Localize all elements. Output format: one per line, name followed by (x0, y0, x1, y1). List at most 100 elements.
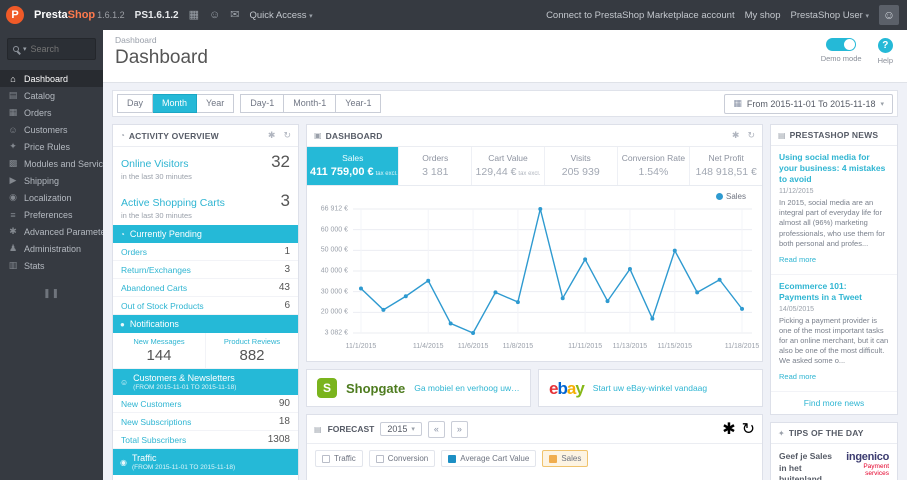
ebay-promo[interactable]: ebay Start uw eBay-winkel vandaag (538, 369, 763, 407)
demo-mode-control[interactable]: Demo mode (821, 38, 862, 65)
user-menu[interactable]: PrestaShop User ▾ (791, 10, 870, 21)
tips-content: Geef je Sales in het buitenland een Boos… (771, 444, 897, 480)
avatar[interactable]: ☺ (879, 5, 899, 25)
legend-traffic[interactable]: Traffic (315, 450, 363, 467)
sidebar-item-price-rules[interactable]: ✦ Price Rules (0, 138, 103, 155)
google-analytics-link[interactable]: ⇄ Link to your Google Analytics account (113, 475, 298, 480)
chart-legend[interactable]: Sales (309, 192, 752, 201)
page-header: Dashboard Dashboard Demo mode ? Help (103, 30, 907, 83)
read-more-link[interactable]: Read more (779, 372, 816, 381)
total-subscribers-row[interactable]: Total Subscribers 1308 (113, 431, 298, 449)
new-customers-row[interactable]: New Customers 90 (113, 395, 298, 413)
kpi-visits[interactable]: Visits 205 939 (545, 147, 618, 185)
sidebar-item-modules[interactable]: ▩ Modules and Services (0, 155, 103, 172)
topbar-left: P PrestaShop 1.6.1.2 PS1.6.1.2 ▦ ☺ ✉ Quic… (6, 6, 313, 24)
row-label[interactable]: Out of Stock Products (121, 301, 204, 311)
gear-icon[interactable]: ✱ (722, 419, 735, 439)
forecast-year-select[interactable]: 2015 ▾ (380, 422, 422, 436)
help-control[interactable]: ? Help (878, 38, 893, 65)
kpi-sales[interactable]: Sales 411 759,00 € tax excl. (307, 147, 400, 185)
article-title[interactable]: Ecommerce 101: Payments in a Tweet (779, 281, 889, 303)
row-label[interactable]: New Subscriptions (121, 417, 191, 427)
refresh-icon[interactable]: ↻ (742, 419, 755, 439)
row-label[interactable]: Total Subscribers (121, 435, 186, 445)
shop-name[interactable]: PS1.6.1.2 (135, 10, 179, 21)
cart-icon[interactable]: ▦ (189, 9, 199, 21)
my-shop-link[interactable]: My shop (745, 10, 781, 21)
checkbox-icon[interactable] (549, 454, 558, 463)
shopgate-promo[interactable]: S Shopgate Ga mobiel en verhoog uw omzet (306, 369, 531, 407)
prestashop-logo-icon[interactable]: P (6, 6, 24, 24)
row-label[interactable]: Abandoned Carts (121, 283, 187, 293)
ebay-link[interactable]: Start uw eBay-winkel vandaag (593, 383, 707, 393)
sidebar-search[interactable]: ▾ (7, 38, 96, 60)
checkbox-icon[interactable] (375, 454, 384, 463)
online-visitors-row[interactable]: Online Visitors 32 (113, 147, 298, 172)
administration-icon: ♟ (8, 243, 18, 253)
kpi-conversion-rate[interactable]: Conversion Rate 1.54% (618, 147, 691, 185)
messages-icon[interactable]: ✉ (230, 9, 239, 21)
read-more-link[interactable]: Read more (779, 255, 816, 264)
new-messages-cell[interactable]: New Messages 144 (113, 333, 205, 368)
find-more-news-link[interactable]: Find more news (771, 392, 897, 414)
new-subscriptions-row[interactable]: New Subscriptions 18 (113, 413, 298, 431)
customers-topbar-icon[interactable]: ☺ (209, 9, 220, 21)
breadcrumb[interactable]: Dashboard (115, 35, 895, 45)
sidebar-item-shipping[interactable]: ▶ Shipping (0, 172, 103, 189)
refresh-icon[interactable]: ↻ (283, 130, 291, 141)
gear-icon[interactable]: ✱ (268, 130, 276, 141)
year-1-button[interactable]: Year-1 (336, 94, 382, 113)
checkbox-icon[interactable] (448, 454, 457, 463)
kpi-net-profit[interactable]: Net Profit 148 918,51 € (690, 147, 762, 185)
sidebar-item-customers[interactable]: ☺ Customers (0, 121, 103, 138)
sidebar-item-dashboard[interactable]: ⌂ Dashboard (0, 70, 103, 87)
checkbox-icon[interactable] (322, 454, 330, 463)
sidebar-item-orders[interactable]: ▦ Orders (0, 104, 103, 121)
abandoned-carts-row[interactable]: Abandoned Carts 43 (113, 279, 298, 297)
legend-conversion[interactable]: Conversion (368, 450, 436, 467)
month-1-button[interactable]: Month-1 (284, 94, 337, 113)
article-title[interactable]: Using social media for your business: 4 … (779, 152, 889, 185)
day-button[interactable]: Day (117, 94, 154, 113)
refresh-icon[interactable]: ↻ (747, 130, 755, 141)
day-1-button[interactable]: Day-1 (240, 94, 285, 113)
sidebar-item-stats[interactable]: ▥ Stats (0, 257, 103, 274)
shopgate-link[interactable]: Ga mobiel en verhoog uw omzet (414, 383, 520, 393)
date-range-picker[interactable]: ▦ From 2015-11-01 To 2015-11-18 ▾ (724, 93, 893, 114)
kpi-orders[interactable]: Orders 3 181 (399, 147, 473, 185)
forecast-next-button[interactable]: » (450, 420, 468, 438)
quick-access-menu[interactable]: Quick Access ▾ (249, 10, 312, 21)
right-column: ▤ PRESTASHOP NEWS Using social media for… (770, 124, 898, 480)
search-scope-caret-icon[interactable]: ▾ (23, 45, 27, 53)
kpi-cart-value[interactable]: Cart Value 129,44 € tax excl. (472, 147, 545, 185)
month-button[interactable]: Month (153, 94, 198, 113)
year-button[interactable]: Year (197, 94, 235, 113)
sidebar-item-advanced-parameters[interactable]: ✱ Advanced Parameters (0, 223, 103, 240)
previous-period-button-group: Day-1 Month-1 Year-1 (240, 94, 382, 113)
row-label[interactable]: New Customers (121, 399, 181, 409)
legend-sales[interactable]: Sales (542, 450, 589, 467)
pending-orders-row[interactable]: Orders 1 (113, 243, 298, 261)
help-icon[interactable]: ? (877, 38, 893, 53)
active-carts-label[interactable]: Active Shopping Carts (121, 197, 225, 209)
gear-icon[interactable]: ✱ (732, 130, 740, 141)
active-carts-row[interactable]: Active Shopping Carts 3 (113, 186, 298, 211)
demo-mode-toggle[interactable] (826, 38, 857, 51)
sidebar-item-catalog[interactable]: ▤ Catalog (0, 87, 103, 104)
sidebar-collapse-button[interactable]: ❚❚ (0, 274, 103, 299)
row-label[interactable]: Orders (121, 247, 147, 257)
legend-average-cart-value[interactable]: Average Cart Value (441, 450, 537, 467)
product-reviews-cell[interactable]: Product Reviews 882 (205, 333, 298, 368)
sidebar-item-preferences[interactable]: ≡ Preferences (0, 206, 103, 223)
sidebar-menu: ⌂ Dashboard ▤ Catalog ▦ Orders ☺ Customers ✦… (0, 70, 103, 274)
forecast-prev-button[interactable]: « (427, 420, 445, 438)
row-label[interactable]: Return/Exchanges (121, 265, 191, 275)
sidebar-item-localization[interactable]: ◉ Localization (0, 189, 103, 206)
sidebar-item-administration[interactable]: ♟ Administration (0, 240, 103, 257)
search-input[interactable] (30, 44, 90, 54)
online-visitors-label[interactable]: Online Visitors (121, 158, 189, 170)
chart-plot[interactable]: 11/1/2015 11/4/2015 11/6/2015 11/8/2015 11/1… (346, 201, 759, 355)
marketplace-link[interactable]: Connect to PrestaShop Marketplace accoun… (546, 10, 735, 21)
out-of-stock-row[interactable]: Out of Stock Products 6 (113, 297, 298, 315)
pending-returns-row[interactable]: Return/Exchanges 3 (113, 261, 298, 279)
